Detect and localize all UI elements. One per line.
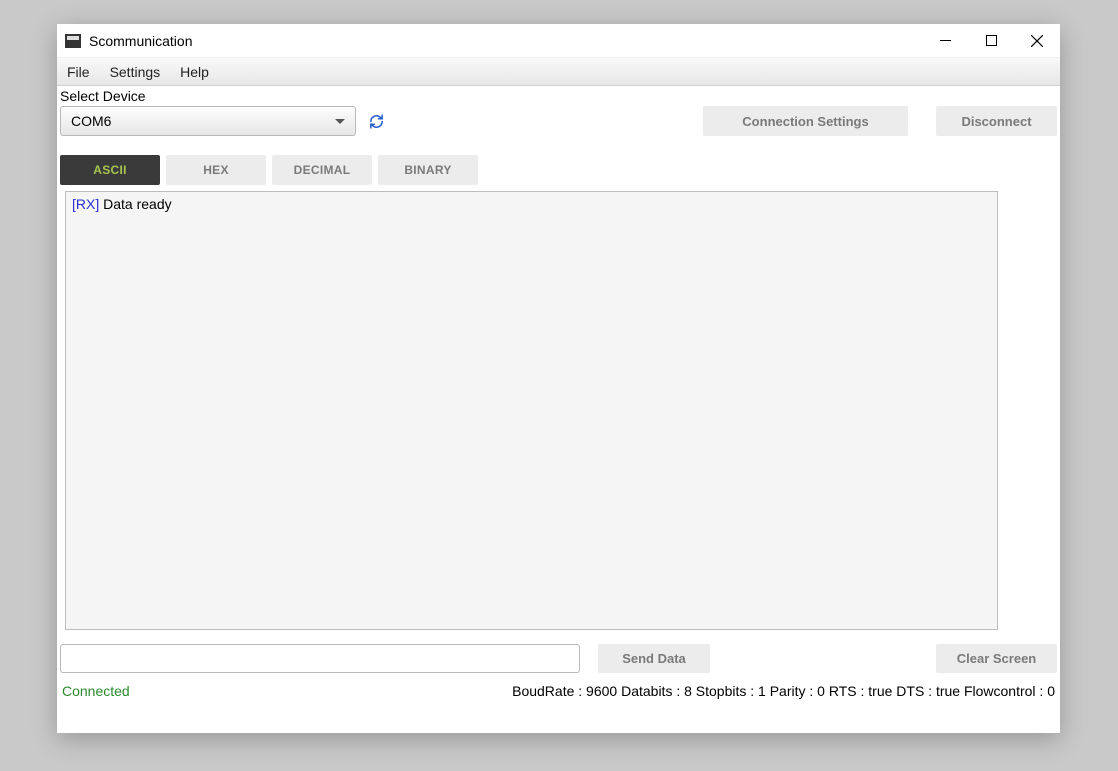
format-tabs: ASCII HEX DECIMAL BINARY (60, 155, 1057, 185)
clear-screen-button[interactable]: Clear Screen (936, 644, 1057, 673)
connection-status: Connected (62, 683, 130, 699)
close-button[interactable] (1014, 24, 1060, 57)
tab-ascii[interactable]: ASCII (60, 155, 160, 185)
tab-hex[interactable]: HEX (166, 155, 266, 185)
select-device-label: Select Device (60, 88, 1057, 104)
send-data-button[interactable]: Send Data (598, 644, 710, 673)
window-title: Scommunication (89, 33, 193, 49)
output-text: Data ready (99, 196, 171, 212)
status-bar: Connected BoudRate : 9600 Databits : 8 S… (60, 683, 1057, 699)
window-controls (922, 24, 1060, 57)
minimize-button[interactable] (922, 24, 968, 57)
tab-binary[interactable]: BINARY (378, 155, 478, 185)
menu-settings[interactable]: Settings (110, 64, 161, 80)
maximize-icon (986, 35, 997, 46)
menu-file[interactable]: File (67, 64, 90, 80)
disconnect-button[interactable]: Disconnect (936, 106, 1057, 136)
chevron-down-icon (335, 119, 345, 124)
output-console[interactable]: [RX] Data ready (65, 191, 998, 630)
send-input[interactable] (60, 644, 580, 673)
device-select-value: COM6 (71, 113, 111, 129)
titlebar: Scommunication (57, 24, 1060, 57)
connection-settings-button[interactable]: Connection Settings (703, 106, 908, 136)
content-area: Select Device COM6 Connection Settings D… (57, 86, 1060, 733)
menu-help[interactable]: Help (180, 64, 209, 80)
app-window: Scommunication File Settings (57, 24, 1060, 733)
device-select[interactable]: COM6 (60, 106, 356, 136)
refresh-icon (368, 113, 385, 130)
refresh-button[interactable] (366, 111, 386, 131)
menubar: File Settings Help (57, 57, 1060, 86)
send-row: Send Data Clear Screen (60, 644, 1057, 673)
tab-decimal[interactable]: DECIMAL (272, 155, 372, 185)
device-row: COM6 Connection Settings Disconnect (60, 106, 1057, 136)
output-line: [RX] Data ready (72, 196, 991, 212)
rx-tag: [RX] (72, 196, 99, 212)
connection-info: BoudRate : 9600 Databits : 8 Stopbits : … (512, 683, 1055, 699)
maximize-button[interactable] (968, 24, 1014, 57)
close-icon (1031, 35, 1043, 47)
app-icon (65, 34, 81, 48)
minimize-icon (940, 35, 951, 46)
